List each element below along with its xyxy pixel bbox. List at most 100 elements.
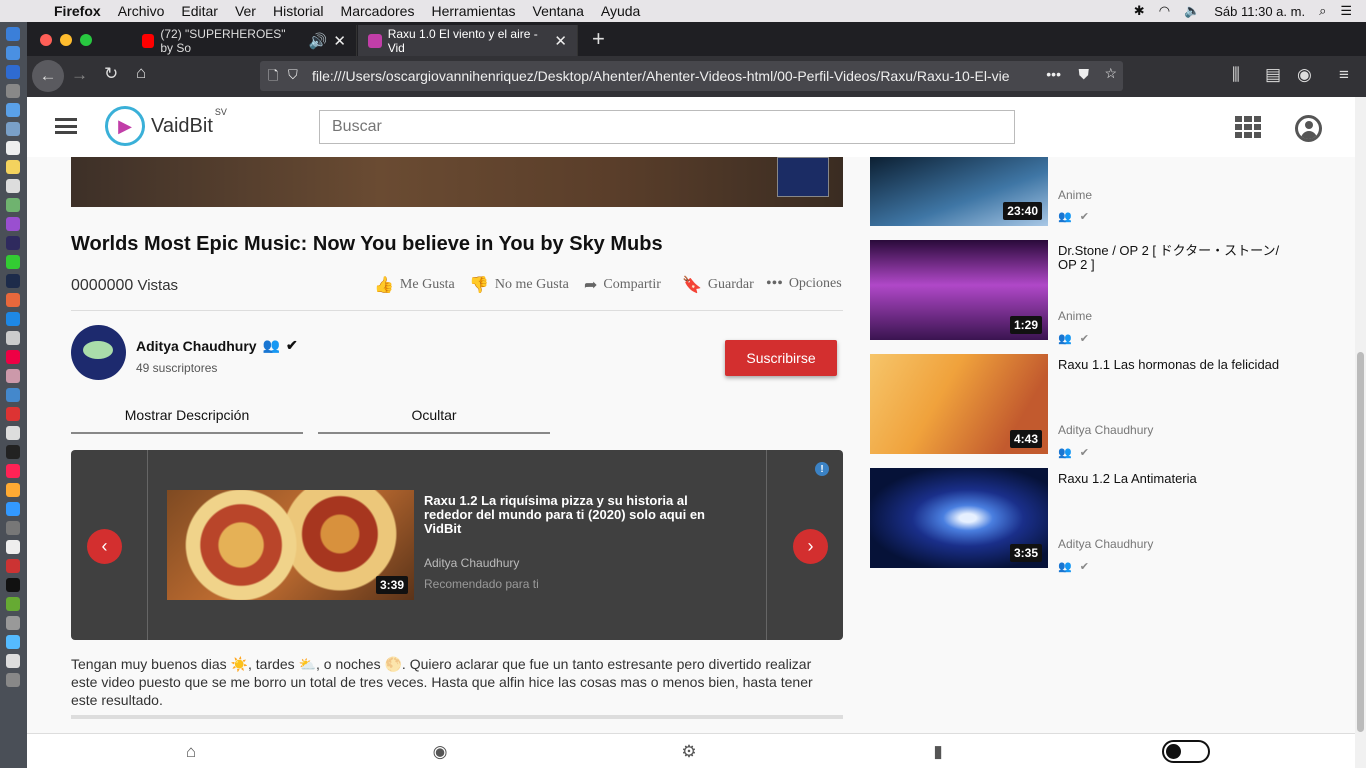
dock-app-icon[interactable] (6, 160, 20, 174)
trash-icon[interactable] (6, 673, 20, 687)
close-tab-icon[interactable]: ✕ (554, 32, 567, 50)
dock-app-icon[interactable] (6, 331, 20, 345)
volume-icon[interactable]: 🔈 (1184, 3, 1200, 19)
window-zoom-button[interactable] (80, 34, 92, 46)
info-icon[interactable]: ! (815, 462, 829, 476)
page-actions-icon[interactable]: ••• (1046, 66, 1061, 82)
dock-app-icon[interactable] (6, 46, 20, 60)
wifi-icon[interactable]: ◠ (1159, 3, 1170, 19)
dock-app-icon[interactable] (6, 27, 20, 41)
profile-icon[interactable]: ◉ (431, 742, 449, 761)
new-tab-plus-icon[interactable]: + (592, 26, 605, 52)
bluetooth-icon[interactable]: ✱ (1134, 3, 1145, 19)
hamburger-menu-icon[interactable] (55, 118, 77, 134)
dock-app-icon[interactable] (6, 369, 20, 383)
video-thumbnail[interactable]: 23:40 (870, 154, 1048, 226)
settings-gear-icon[interactable]: ⚙ (680, 742, 698, 761)
vaidbit-logo[interactable]: ▶ VaidBit SV (105, 106, 227, 146)
dock-app-icon[interactable] (6, 388, 20, 402)
bookmark-star-icon[interactable]: ☆ (1104, 65, 1117, 82)
tracking-protection-icon[interactable]: ⛉ (288, 67, 298, 83)
like-button[interactable]: 👍 Me Gusta (374, 275, 455, 295)
home-icon[interactable]: ⌂ (182, 742, 200, 761)
dock-app-icon[interactable] (6, 521, 20, 535)
dock-app-icon[interactable] (6, 597, 20, 611)
menu-ventana[interactable]: Ventana (533, 3, 584, 19)
dock-app-icon[interactable] (6, 350, 20, 364)
spotlight-search-icon[interactable]: ⌕ (1319, 3, 1326, 19)
dock-app-icon[interactable] (6, 179, 20, 193)
options-button[interactable]: ••• Opciones (766, 275, 842, 293)
browser-tab-active[interactable]: Raxu 1.0 El viento y el aire - Vid ✕ (358, 25, 578, 56)
dock-app-icon[interactable] (6, 122, 20, 136)
video-thumbnail[interactable]: 4:43 (870, 354, 1048, 454)
dock-app-icon[interactable] (6, 217, 20, 231)
dock-app-icon[interactable] (6, 407, 20, 421)
video-author[interactable]: Aditya Chaudhury (1058, 537, 1153, 551)
dock-app-icon[interactable] (6, 236, 20, 250)
video-thumbnail[interactable]: 3:39 (167, 490, 414, 600)
dislike-button[interactable]: 👎 No me Gusta (469, 275, 569, 295)
pocket-icon[interactable]: ⛊ (1079, 66, 1090, 83)
dock-app-icon[interactable] (6, 103, 20, 117)
channel-avatar[interactable] (71, 325, 126, 380)
dock-app-icon[interactable] (6, 483, 20, 497)
dock-app-icon[interactable] (6, 635, 20, 649)
subscribe-button[interactable]: Suscribirse (725, 340, 837, 376)
menu-ayuda[interactable]: Ayuda (601, 3, 640, 19)
firefox-account-icon[interactable]: ◉ (1297, 65, 1312, 85)
menu-marcadores[interactable]: Marcadores (341, 3, 415, 19)
video-title[interactable]: Raxu 1.1 Las hormonas de la felicidad (1058, 358, 1298, 372)
sidebar-video-item[interactable]: 23:40 Anime 👥 ✔ (870, 154, 1310, 226)
channel-name[interactable]: Aditya Chaudhury 👥 ✔ (136, 337, 298, 354)
forward-arrow-icon[interactable]: → (71, 65, 88, 85)
dock-app-icon[interactable] (6, 502, 20, 516)
account-icon[interactable] (1295, 115, 1322, 142)
menubar-clock[interactable]: Sáb 11:30 a. m. (1214, 4, 1305, 19)
url-text[interactable]: file:///Users/oscargiovannihenriquez/Des… (312, 68, 1009, 84)
video-thumbnail[interactable]: 1:29 (870, 240, 1048, 340)
dock-app-icon[interactable] (6, 65, 20, 79)
dock-app-icon[interactable] (6, 255, 20, 269)
show-description-tab[interactable]: Mostrar Descripción (71, 407, 303, 434)
dock-app-icon[interactable] (6, 274, 20, 288)
sidebar-video-item[interactable]: 3:35 Raxu 1.2 La Antimateria Aditya Chau… (870, 468, 1310, 573)
menu-archivo[interactable]: Archivo (118, 3, 165, 19)
channel-name-text[interactable]: Aditya Chaudhury (136, 338, 257, 354)
hamburger-menu-icon[interactable]: ≡ (1339, 65, 1349, 85)
dock-app-icon[interactable] (6, 540, 20, 554)
video-thumbnail[interactable]: 3:35 (870, 468, 1048, 568)
reload-icon[interactable]: ↻ (104, 64, 118, 84)
dock-app-icon[interactable] (6, 84, 20, 98)
browser-tab[interactable]: (72) "SUPERHEROES" by So 🔊 ✕ (132, 25, 357, 56)
page-info-icon[interactable]: 🗋 (268, 67, 278, 89)
dock-app-icon[interactable] (6, 464, 20, 478)
menu-ver[interactable]: Ver (235, 3, 256, 19)
menu-app-name[interactable]: Firefox (54, 3, 101, 19)
window-close-button[interactable] (40, 34, 52, 46)
search-input[interactable] (319, 110, 1015, 144)
video-author[interactable]: Anime (1058, 188, 1092, 202)
sidebar-icon[interactable]: ▤ (1265, 65, 1281, 85)
dock-app-icon[interactable] (6, 616, 20, 630)
speaker-icon[interactable]: 🔊 (309, 32, 328, 50)
dock-app-icon[interactable] (6, 578, 20, 592)
menu-herramientas[interactable]: Herramientas (431, 3, 515, 19)
apps-grid-icon[interactable] (1235, 116, 1261, 138)
dock-app-icon[interactable] (6, 559, 20, 573)
video-author[interactable]: Anime (1058, 309, 1092, 323)
video-title[interactable]: Dr.Stone / OP 2 [ ドクター・ストーン/ OP 2 ] (1058, 244, 1298, 272)
dock-app-icon[interactable] (6, 312, 20, 326)
carousel-next-button[interactable]: › (793, 529, 828, 564)
dock-app-icon[interactable] (6, 141, 20, 155)
home-icon[interactable]: ⌂ (136, 63, 146, 83)
carousel-prev-button[interactable]: ‹ (87, 529, 122, 564)
sidebar-video-item[interactable]: 4:43 Raxu 1.1 Las hormonas de la felicid… (870, 354, 1310, 459)
close-tab-icon[interactable]: ✕ (333, 32, 346, 50)
share-button[interactable]: ➦ Compartir (584, 275, 661, 295)
dock-app-icon[interactable] (6, 198, 20, 212)
url-bar[interactable]: 🗋 ⛉ file:///Users/oscargiovannihenriquez… (260, 61, 1123, 91)
scrollbar-thumb[interactable] (1357, 352, 1364, 732)
carousel-video-author[interactable]: Aditya Chaudhury (424, 556, 519, 570)
dock-app-icon[interactable] (6, 293, 20, 307)
